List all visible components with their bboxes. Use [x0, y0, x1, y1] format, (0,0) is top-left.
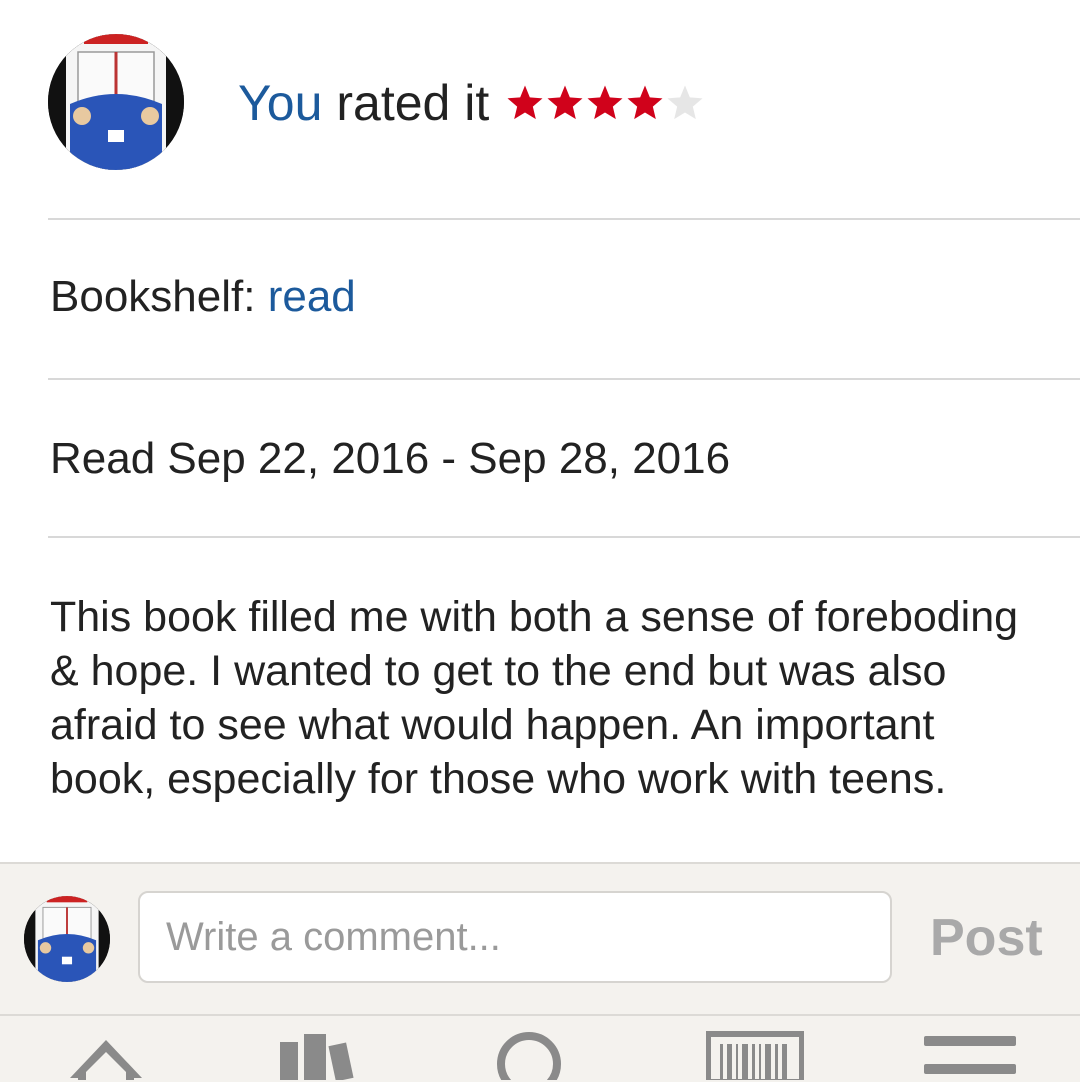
books-icon[interactable] — [276, 1030, 362, 1080]
bookshelf-row: Bookshelf: read — [50, 272, 356, 322]
rating-line: You rated it — [238, 72, 705, 134]
you-link[interactable]: You — [238, 74, 322, 132]
read-dates: Read Sep 22, 2016 - Sep 28, 2016 — [50, 434, 731, 483]
star-filled-icon[interactable] — [585, 83, 625, 123]
barcode-scan-icon[interactable] — [706, 1030, 804, 1080]
comment-input[interactable]: Write a comment... — [138, 891, 892, 983]
star-filled-icon[interactable] — [505, 83, 545, 123]
divider — [48, 378, 1080, 380]
bookshelf-label: Bookshelf: — [50, 272, 256, 321]
home-icon[interactable] — [66, 1030, 146, 1080]
search-icon[interactable] — [494, 1030, 564, 1080]
user-avatar[interactable] — [48, 34, 184, 170]
bookshelf-link[interactable]: read — [268, 272, 356, 321]
avatar-image — [48, 34, 184, 170]
divider — [48, 536, 1080, 538]
star-rating[interactable] — [505, 83, 705, 123]
star-filled-icon[interactable] — [545, 83, 585, 123]
divider — [48, 218, 1080, 220]
rated-it-text: rated it — [336, 75, 490, 131]
star-filled-icon[interactable] — [625, 83, 665, 123]
star-empty-icon[interactable] — [665, 83, 705, 123]
menu-icon[interactable] — [922, 1030, 1018, 1080]
review-text: This book filled me with both a sense of… — [50, 593, 1019, 803]
commenter-avatar — [24, 896, 110, 982]
avatar-image — [24, 896, 110, 982]
post-button[interactable]: Post — [930, 908, 1043, 968]
